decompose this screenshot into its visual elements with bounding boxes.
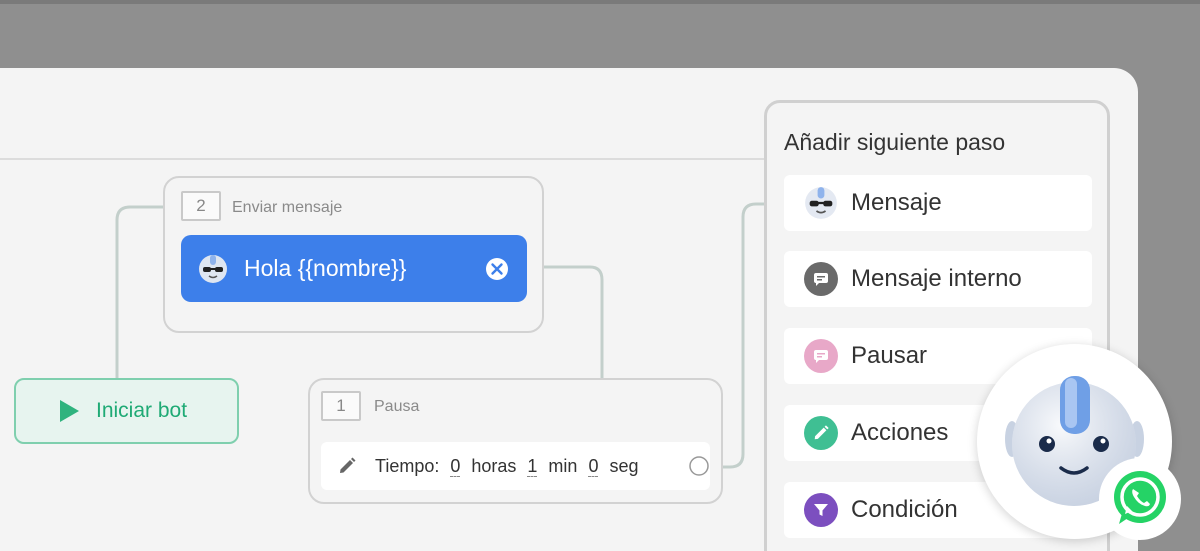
whatsapp-badge [1099, 458, 1181, 540]
option-internal-message[interactable]: Mensaje interno [784, 251, 1092, 307]
minutes-unit: min [548, 455, 578, 476]
pencil-icon [804, 416, 838, 450]
connector-start-to-message [115, 205, 165, 378]
seconds-value[interactable]: 0 [588, 456, 599, 477]
whatsapp-icon [1114, 471, 1166, 524]
time-label: Tiempo: [375, 455, 440, 476]
filter-icon [804, 493, 838, 527]
option-label: Condición [851, 496, 958, 523]
message-text: Hola {{nombre}} [244, 255, 407, 281]
seconds-unit: seg [609, 455, 639, 476]
chat-bubble-icon [804, 339, 838, 373]
option-label: Mensaje [851, 189, 942, 216]
bot-avatar-icon [199, 254, 227, 283]
pause-node[interactable]: 1 Pausa Tiempo: 0 horas 1 min 0 seg [308, 378, 723, 504]
step-number: 1 [321, 391, 361, 421]
pencil-icon[interactable] [337, 456, 357, 476]
next-step-title: Añadir siguiente paso [784, 129, 1006, 155]
step-title: Pausa [374, 398, 420, 415]
play-icon [60, 400, 79, 422]
hours-value[interactable]: 0 [450, 456, 461, 477]
option-label: Acciones [851, 419, 949, 446]
send-message-node[interactable]: 2 Enviar mensaje Hola {{nombre}} [163, 176, 544, 333]
option-label: Mensaje interno [851, 265, 1022, 292]
pause-timer-row[interactable]: Tiempo: 0 horas 1 min 0 seg [321, 442, 710, 490]
hours-unit: horas [471, 455, 517, 476]
minutes-value[interactable]: 1 [527, 456, 538, 477]
close-icon[interactable] [485, 257, 509, 281]
chat-bubble-icon [804, 262, 838, 296]
start-bot-label: Iniciar bot [96, 399, 188, 422]
message-bubble[interactable]: Hola {{nombre}} [181, 235, 527, 302]
option-label: Pausar [851, 342, 928, 369]
option-message[interactable]: Mensaje [784, 175, 1092, 231]
connector-message-to-pause [543, 265, 604, 380]
connector-port-icon[interactable] [688, 455, 710, 477]
connector-pause-to-panel [723, 202, 766, 469]
bot-avatar-icon [804, 186, 838, 220]
step-number: 2 [181, 191, 221, 221]
step-title: Enviar mensaje [232, 199, 343, 216]
start-bot-button[interactable]: Iniciar bot [14, 378, 239, 444]
